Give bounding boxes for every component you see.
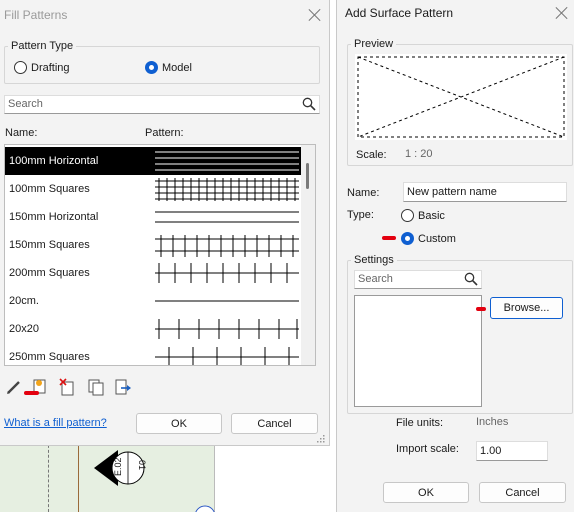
list-scrollbar[interactable]	[301, 145, 315, 365]
close-icon[interactable]	[555, 6, 569, 20]
cancel-button[interactable]: Cancel	[479, 482, 566, 503]
radio-label: Custom	[418, 232, 456, 245]
scale-label: Scale:	[356, 149, 387, 161]
dialog-title: Add Surface Pattern	[345, 6, 454, 20]
file-units-value: Inches	[476, 416, 509, 428]
export-icon[interactable]	[114, 378, 132, 396]
import-scale-input[interactable]: 1.00	[476, 441, 548, 461]
pattern-preview	[155, 178, 299, 201]
list-item[interactable]: 200mm Squares	[5, 259, 301, 287]
wall-line	[78, 440, 79, 512]
annotation-mark	[382, 236, 396, 240]
settings-legend: Settings	[354, 254, 394, 266]
pattern-preview-box	[355, 54, 567, 140]
radio-button[interactable]	[14, 61, 27, 74]
preview-legend: Preview	[354, 38, 394, 50]
ok-button[interactable]: OK	[383, 482, 469, 503]
list-item[interactable]: 20x20	[5, 315, 301, 343]
annotation-mark	[476, 307, 486, 311]
radio-basic[interactable]: Basic	[401, 209, 445, 222]
resize-grip-icon[interactable]	[315, 433, 325, 443]
pattern-name: 150mm Squares	[9, 239, 90, 251]
background-drawing	[0, 440, 336, 512]
pattern-name: 250mm Squares	[9, 351, 90, 363]
import-scale-label: Import scale:	[396, 443, 459, 455]
search-input[interactable]: Search	[4, 95, 320, 114]
pattern-name: 20cm.	[9, 295, 39, 307]
pattern-name-input[interactable]: New pattern name	[403, 182, 567, 202]
grid-bubble	[195, 505, 215, 512]
list-item[interactable]: 150mm Horizontal	[5, 203, 301, 231]
pattern-name: 150mm Horizontal	[9, 211, 99, 223]
close-icon[interactable]	[308, 8, 322, 22]
search-icon[interactable]	[464, 272, 478, 286]
scrollbar-thumb[interactable]	[306, 163, 309, 189]
radio-label: Model	[162, 61, 192, 74]
list-item[interactable]: 100mm Squares	[5, 175, 301, 203]
list-item[interactable]: 100mm Horizontal	[5, 147, 301, 175]
browse-button[interactable]: Browse...	[490, 297, 563, 319]
pattern-preview	[155, 347, 299, 365]
duplicate-icon[interactable]	[87, 378, 105, 396]
ok-button[interactable]: OK	[136, 413, 222, 434]
annotation-mark	[24, 391, 39, 395]
settings-file-list[interactable]	[354, 295, 482, 407]
scale-value: 1 : 20	[405, 148, 433, 160]
grid-line	[48, 440, 49, 512]
delete-pattern-icon[interactable]	[58, 378, 76, 396]
radio-custom[interactable]: Custom	[401, 232, 456, 245]
type-label: Type:	[347, 209, 374, 221]
list-item[interactable]: 250mm Squares	[5, 343, 301, 365]
fill-patterns-dialog: Fill Patterns Pattern Type Drafting Mode…	[0, 0, 330, 446]
pattern-preview	[155, 235, 299, 257]
edit-pencil-icon[interactable]	[5, 378, 23, 396]
radio-drafting[interactable]: Drafting	[14, 61, 70, 74]
name-column-header: Name:	[5, 127, 38, 139]
list-item[interactable]: 150mm Squares	[5, 231, 301, 259]
pattern-preview	[155, 263, 299, 283]
pattern-name: 200mm Squares	[9, 267, 90, 279]
name-label: Name:	[347, 187, 380, 199]
help-link[interactable]: What is a fill pattern?	[4, 417, 107, 429]
radio-button-selected[interactable]	[145, 61, 158, 74]
pattern-type-legend: Pattern Type	[11, 40, 74, 52]
pattern-preview	[155, 211, 299, 223]
empty-preview-cross	[357, 56, 565, 138]
region-edge	[214, 440, 215, 512]
cancel-button[interactable]: Cancel	[231, 413, 318, 434]
pattern-preview	[155, 300, 299, 302]
search-icon[interactable]	[302, 97, 316, 111]
radio-model[interactable]: Model	[145, 61, 192, 74]
radio-label: Basic	[418, 209, 445, 222]
radio-button-selected[interactable]	[401, 232, 414, 245]
pattern-name: 100mm Horizontal	[9, 155, 99, 167]
section-tag-label: E.02	[113, 457, 123, 476]
list-item[interactable]: 20cm.	[5, 287, 301, 315]
section-tag-number: 01	[137, 460, 147, 471]
pattern-list[interactable]: 100mm Horizontal 100mm Squares 150mm Hor…	[4, 144, 316, 366]
pattern-name: 100mm Squares	[9, 183, 90, 195]
settings-search-input[interactable]: Search	[354, 270, 482, 289]
file-units-label: File units:	[396, 417, 444, 429]
search-placeholder: Search	[8, 98, 43, 110]
radio-button[interactable]	[401, 209, 414, 222]
dialog-title: Fill Patterns	[4, 8, 68, 22]
pattern-column-header: Pattern:	[145, 127, 184, 139]
radio-label: Drafting	[31, 61, 70, 74]
pattern-preview	[155, 151, 299, 171]
add-surface-pattern-dialog: Add Surface Pattern Preview Scale: 1 : 2…	[336, 0, 574, 512]
pattern-name: 20x20	[9, 323, 39, 335]
search-placeholder: Search	[358, 273, 393, 285]
pattern-preview	[155, 319, 299, 339]
